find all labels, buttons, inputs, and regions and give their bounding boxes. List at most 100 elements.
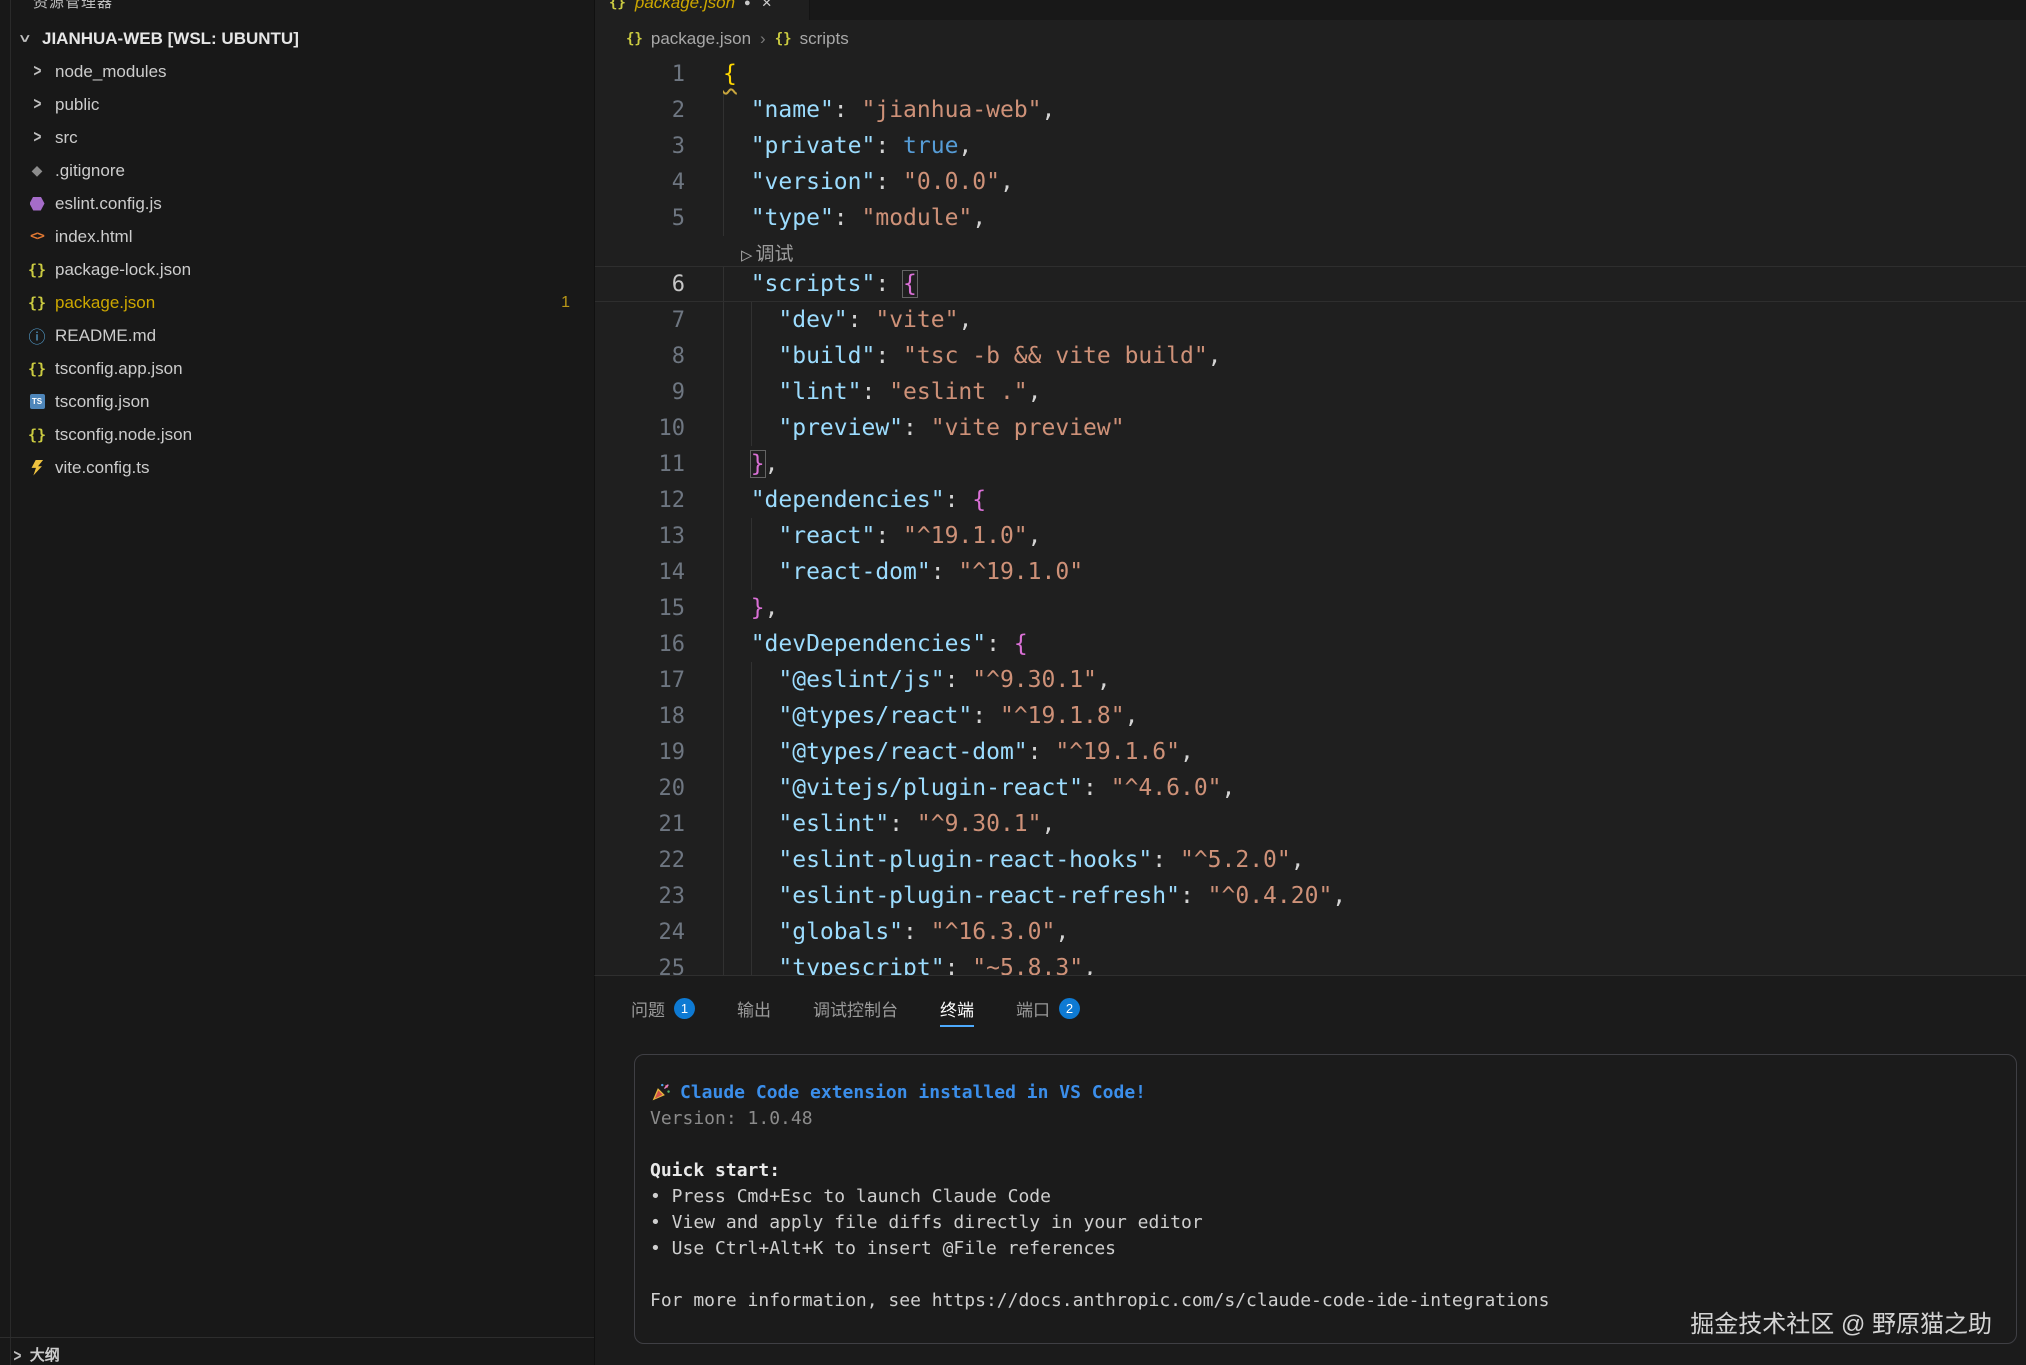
codelens-debug-link[interactable]: ▷调试: [595, 236, 2026, 266]
code-line[interactable]: 20 "@vitejs/plugin-react": "^4.6.0",: [595, 770, 2026, 806]
code-line[interactable]: 25 "typescript": "~5.8.3",: [595, 950, 2026, 975]
code-line[interactable]: 10 "preview": "vite preview": [595, 410, 2026, 446]
code-line[interactable]: 23 "eslint-plugin-react-refresh": "^0.4.…: [595, 878, 2026, 914]
terminal-output[interactable]: Claude Code extension installed in VS Co…: [634, 1054, 2017, 1344]
breadcrumb-item-file[interactable]: {} package.json: [626, 29, 751, 49]
tree-item[interactable]: {} package.json 1: [0, 286, 594, 319]
outline-label: 大纲: [30, 1344, 60, 1365]
tree-item[interactable]: TStsconfig.json: [0, 385, 594, 418]
tree-folder[interactable]: > node_modules: [0, 55, 594, 88]
code-line[interactable]: 6 "scripts": {: [595, 266, 2026, 302]
code-line[interactable]: 13 "react": "^19.1.0",: [595, 518, 2026, 554]
tree-folder[interactable]: >public: [0, 88, 594, 121]
tree-item[interactable]: vite.config.ts: [0, 451, 594, 484]
bottom-panel: 问题1 输出 调试控制台 终端 端口2 Claude Code extension in…: [594, 975, 2026, 1365]
breadcrumb-separator: ›: [760, 29, 766, 49]
root-folder-label: JIANHUA-WEB [WSL: UBUNTU]: [42, 29, 299, 49]
terminal-blank-line: [650, 1261, 2016, 1287]
tree-item[interactable]: ⓘREADME.md: [0, 319, 594, 352]
code-line[interactable]: 16 "devDependencies": {: [595, 626, 2026, 662]
editor-area[interactable]: {} package.json ● × {} package.json › {}…: [594, 0, 2026, 975]
code-line[interactable]: 2 "name": "jianhua-web",: [595, 92, 2026, 128]
panel-tab-label: 调试控制台: [813, 996, 898, 1021]
panel-tab-终端[interactable]: 终端: [940, 976, 974, 1040]
terminal-line: Claude Code extension installed in VS Co…: [650, 1079, 2016, 1105]
breadcrumb-item-scripts[interactable]: {} scripts: [775, 29, 849, 49]
json-icon: {}: [26, 426, 48, 444]
code-line[interactable]: 3 "private": true,: [595, 128, 2026, 164]
tree-item[interactable]: {}tsconfig.node.json: [0, 418, 594, 451]
file-label: .gitignore: [55, 161, 125, 181]
panel-tab-端口[interactable]: 端口2: [1016, 976, 1080, 1040]
chevron-down-icon: >: [13, 30, 35, 47]
chevron-right-icon: >: [26, 96, 48, 113]
code-text: "react": "^19.1.0",: [723, 523, 1042, 549]
code-line[interactable]: 11 },: [595, 446, 2026, 482]
code-line[interactable]: 4 "version": "0.0.0",: [595, 164, 2026, 200]
line-number: 6: [595, 272, 685, 297]
file-label: node_modules: [55, 62, 167, 82]
readme-info-icon: ⓘ: [26, 323, 48, 348]
code-line[interactable]: 24 "globals": "^16.3.0",: [595, 914, 2026, 950]
tree-item[interactable]: ◆.gitignore: [0, 154, 594, 187]
file-label: package.json: [55, 293, 155, 313]
code-line[interactable]: 22 "eslint-plugin-react-hooks": "^5.2.0"…: [595, 842, 2026, 878]
terminal-blank-line: [650, 1131, 2016, 1157]
code-line[interactable]: 14 "react-dom": "^19.1.0": [595, 554, 2026, 590]
chevron-right-icon: >: [26, 63, 48, 80]
code-line[interactable]: 21 "eslint": "^9.30.1",: [595, 806, 2026, 842]
json-file-icon: {}: [626, 31, 643, 47]
tree-item[interactable]: {} tsconfig.app.json: [0, 352, 594, 385]
tree-item[interactable]: <>index.html: [0, 220, 594, 253]
tab-package-json[interactable]: {} package.json ● ×: [595, 0, 810, 20]
code-text: {: [723, 61, 737, 87]
code-line[interactable]: 5 "type": "module",: [595, 200, 2026, 236]
code-line[interactable]: 12 "dependencies": {: [595, 482, 2026, 518]
line-number: 14: [595, 560, 685, 585]
outline-section-header[interactable]: > 大纲: [0, 1337, 594, 1365]
code-text: "eslint-plugin-react-hooks": "^5.2.0",: [723, 847, 1305, 873]
panel-tab-badge: 2: [1059, 998, 1080, 1019]
tab-bar: {} package.json ● ×: [595, 0, 2026, 20]
terminal-line: • Use Ctrl+Alt+K to insert @File referen…: [650, 1235, 2016, 1261]
code-text: "lint": "eslint .",: [723, 379, 1042, 405]
tree-item[interactable]: {}package-lock.json: [0, 253, 594, 286]
vscode-window: 资源管理器 > JIANHUA-WEB [WSL: UBUNTU] >node_…: [0, 0, 2026, 1365]
tree-root-folder[interactable]: > JIANHUA-WEB [WSL: UBUNTU]: [0, 22, 594, 55]
line-number: 23: [595, 884, 685, 909]
file-label: tsconfig.json: [55, 392, 150, 412]
code-line[interactable]: 15 },: [595, 590, 2026, 626]
panel-tab-label: 终端: [940, 996, 974, 1021]
panel-tabs: 问题1 输出 调试控制台 终端 端口2: [595, 976, 2026, 1040]
code-text: "scripts": {: [723, 271, 917, 297]
code-line[interactable]: 17 "@eslint/js": "^9.30.1",: [595, 662, 2026, 698]
code-line[interactable]: 19 "@types/react-dom": "^19.1.6",: [595, 734, 2026, 770]
code-text: "dependencies": {: [723, 487, 986, 513]
panel-tab-调试控制台[interactable]: 调试控制台: [813, 976, 898, 1040]
party-popper-icon: [650, 1082, 671, 1103]
file-tree: > JIANHUA-WEB [WSL: UBUNTU] > node_module…: [0, 22, 594, 484]
json-icon: {}: [26, 294, 48, 312]
code-line[interactable]: 18 "@types/react": "^19.1.8",: [595, 698, 2026, 734]
tree-item[interactable]: eslint.config.js: [0, 187, 594, 220]
panel-tab-label: 问题: [631, 996, 665, 1021]
file-label: eslint.config.js: [55, 194, 162, 214]
file-label: tsconfig.app.json: [55, 359, 183, 379]
line-number: 12: [595, 488, 685, 513]
json-icon: {}: [26, 360, 48, 378]
code-line[interactable]: 9 "lint": "eslint .",: [595, 374, 2026, 410]
close-icon[interactable]: ×: [762, 0, 772, 13]
line-number: 9: [595, 380, 685, 405]
panel-tab-输出[interactable]: 输出: [737, 976, 771, 1040]
line-number: 13: [595, 524, 685, 549]
code-line[interactable]: 1{: [595, 56, 2026, 92]
code-line[interactable]: 7 "dev": "vite",: [595, 302, 2026, 338]
code-editor[interactable]: 1{2 "name": "jianhua-web",3 "private": t…: [595, 56, 2026, 975]
problem-count-badge: 1: [561, 294, 570, 312]
line-number: 20: [595, 776, 685, 801]
code-text: "preview": "vite preview": [723, 415, 1125, 441]
line-number: 2: [595, 98, 685, 123]
panel-tab-问题[interactable]: 问题1: [631, 976, 695, 1040]
tree-folder[interactable]: >src: [0, 121, 594, 154]
code-line[interactable]: 8 "build": "tsc -b && vite build",: [595, 338, 2026, 374]
